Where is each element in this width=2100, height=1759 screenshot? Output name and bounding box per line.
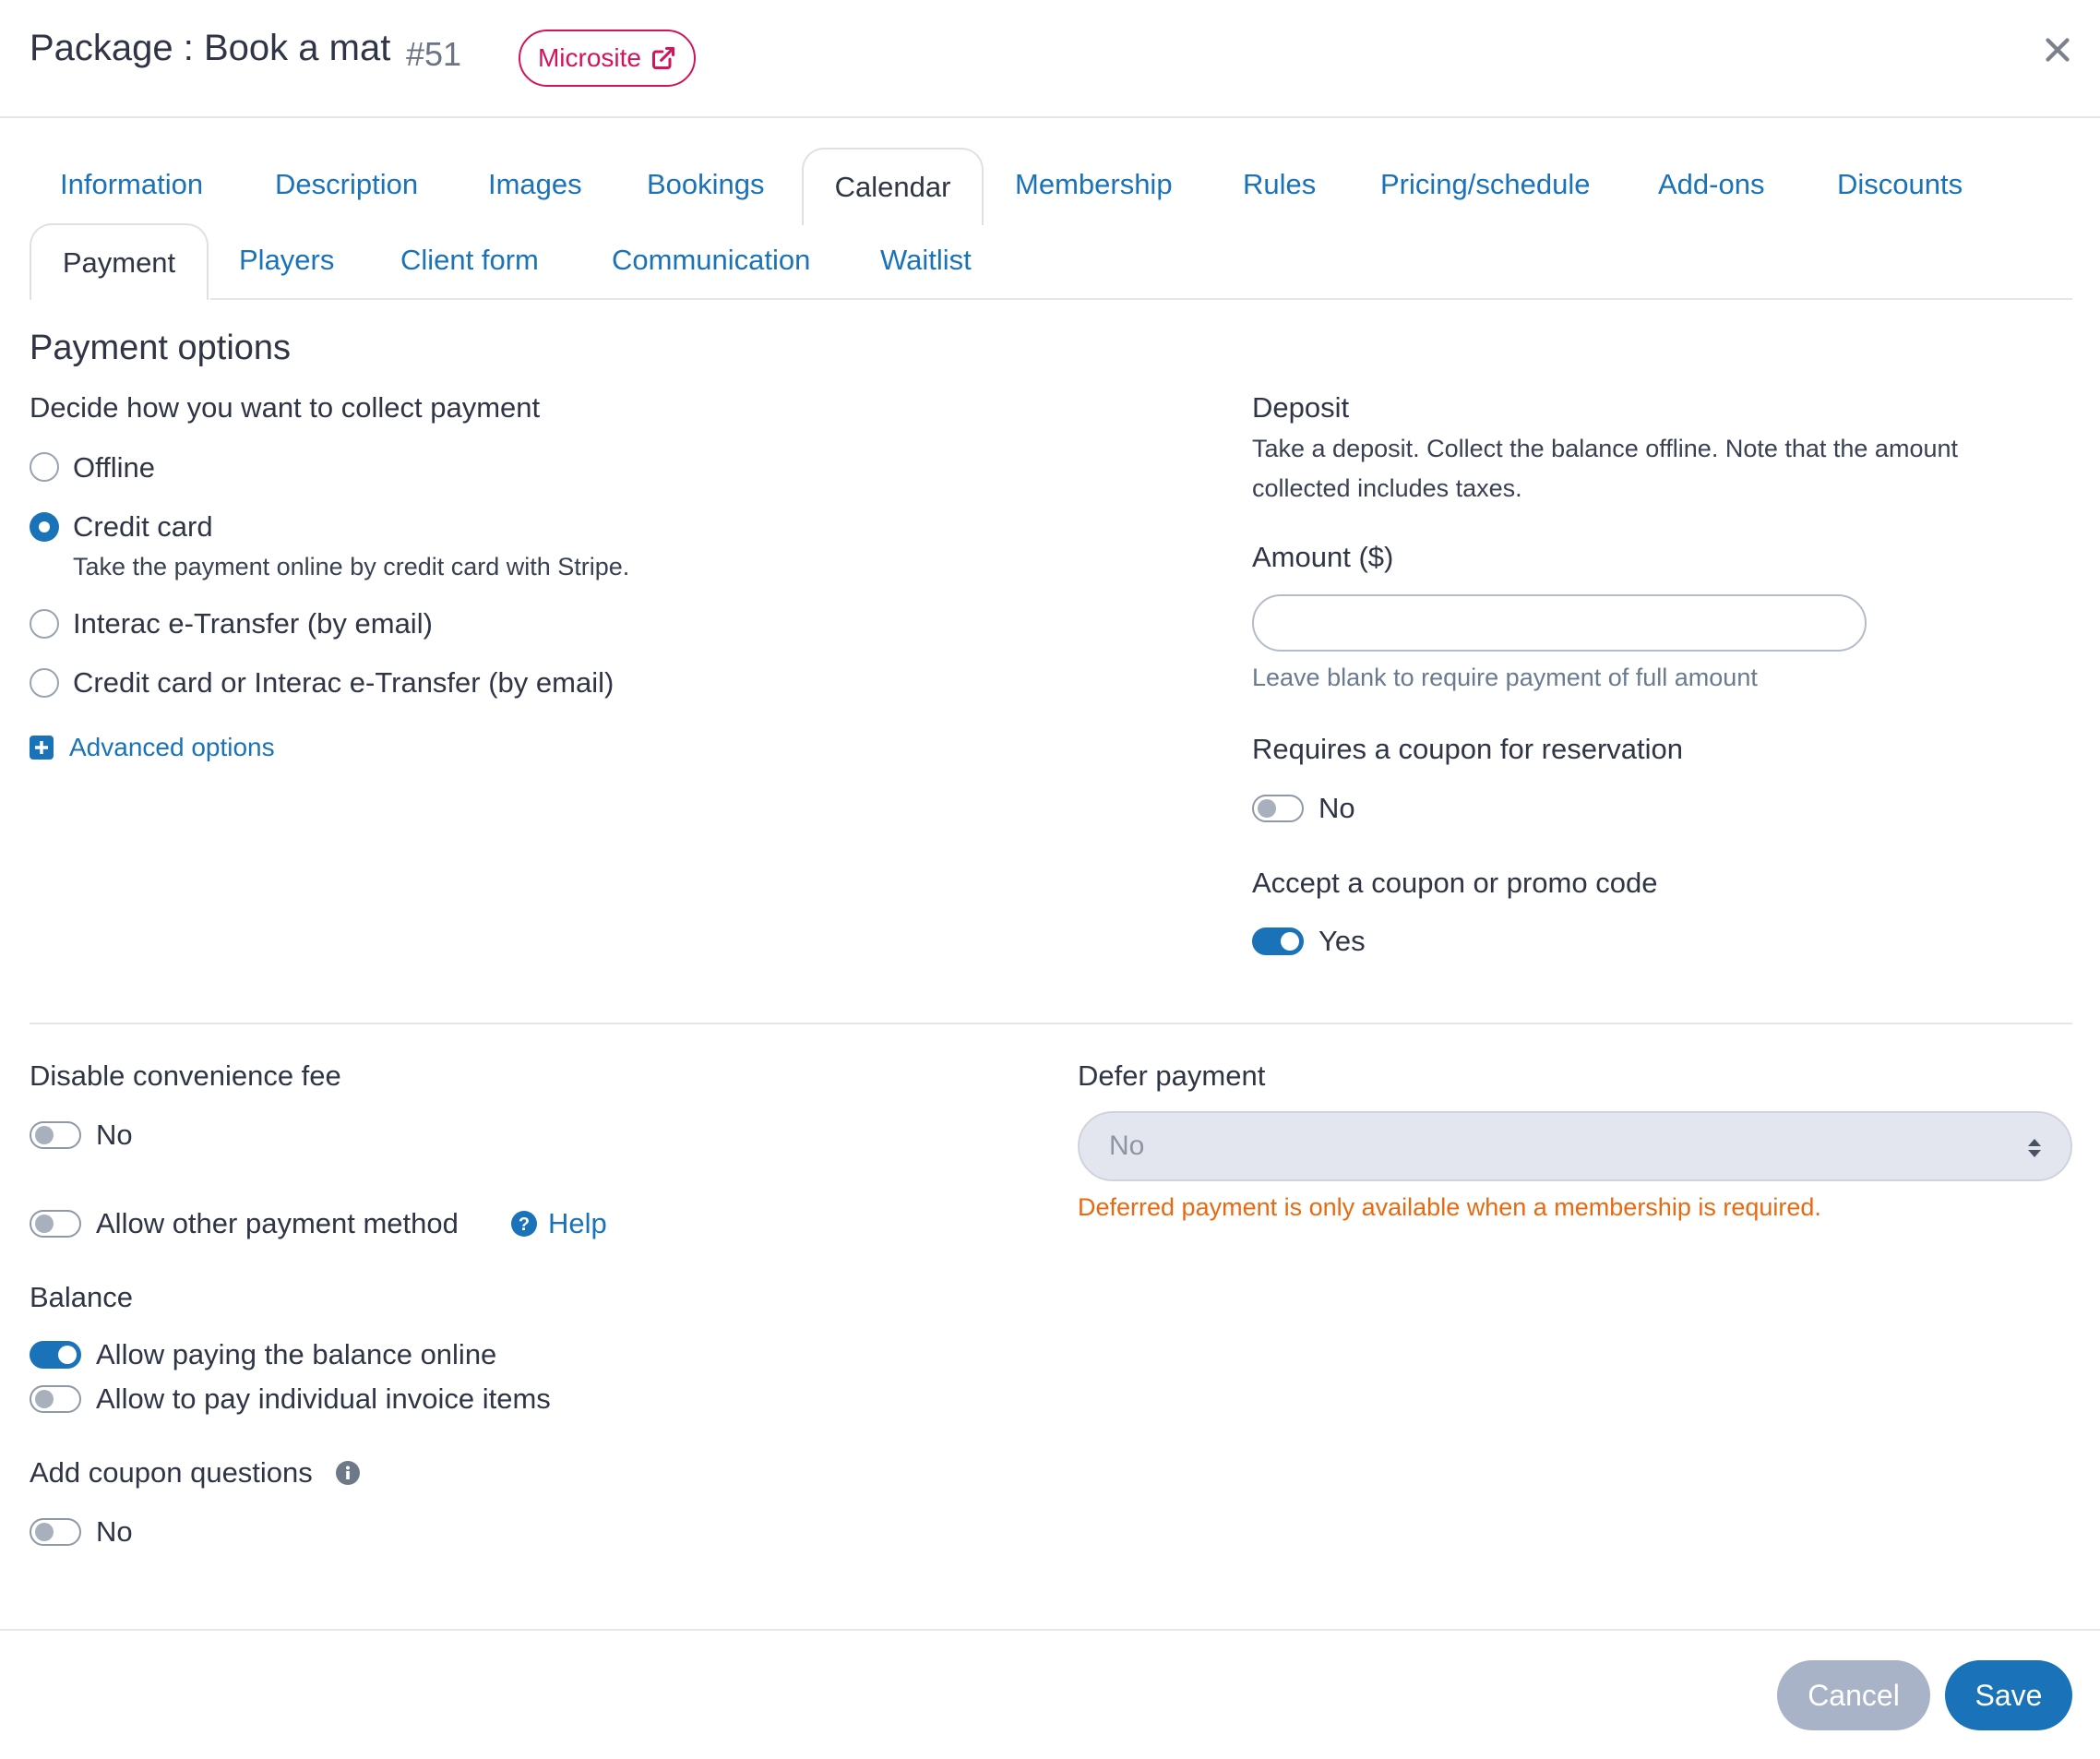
tab-payment[interactable]: Payment <box>30 223 209 300</box>
convenience-fee-toggle[interactable] <box>30 1121 81 1149</box>
coupon-questions-toggle[interactable] <box>30 1518 81 1546</box>
coupon-questions-value: No <box>96 1515 133 1548</box>
tab-waitlist[interactable]: Waitlist <box>880 244 972 277</box>
convenience-fee-value: No <box>96 1119 133 1151</box>
defer-payment-selected: No <box>1109 1131 1145 1161</box>
footer-divider <box>0 1629 2100 1631</box>
advanced-options-link[interactable]: Advanced options <box>69 733 275 762</box>
amount-label: Amount ($) <box>1252 541 1394 573</box>
radio-credit-or-interac[interactable] <box>30 668 59 698</box>
tab-information[interactable]: Information <box>60 168 203 201</box>
tab-client-form[interactable]: Client form <box>400 244 539 277</box>
coupon-questions-label: Add coupon questions <box>30 1456 313 1489</box>
accept-coupon-value: Yes <box>1318 925 1366 957</box>
svg-text:?: ? <box>519 1215 530 1235</box>
microsite-label: Microsite <box>537 43 641 72</box>
deposit-description: Take a deposit. Collect the balance offl… <box>1252 435 1958 502</box>
page-title: Package : Book a mat <box>30 28 391 68</box>
coupon-required-value: No <box>1318 792 1355 824</box>
tabs-divider <box>210 298 2072 300</box>
deposit-title: Deposit <box>1252 391 1350 424</box>
tab-pricing-schedule[interactable]: Pricing/schedule <box>1380 168 1590 201</box>
balance-title: Balance <box>30 1281 134 1313</box>
save-button[interactable]: Save <box>1945 1660 2072 1730</box>
amount-hint: Leave blank to require payment of full a… <box>1252 664 1758 691</box>
invoice-items-toggle[interactable] <box>30 1385 81 1413</box>
tab-communication[interactable]: Communication <box>612 244 810 277</box>
accept-coupon-toggle[interactable] <box>1252 927 1304 955</box>
radio-credit-or-interac-label[interactable]: Credit card or Interac e-Transfer (by em… <box>73 666 614 700</box>
section-divider <box>30 1023 2072 1024</box>
radio-interac-label[interactable]: Interac e-Transfer (by email) <box>73 607 433 640</box>
balance-online-toggle[interactable] <box>30 1341 81 1369</box>
defer-payment-label: Defer payment <box>1078 1059 1266 1092</box>
cancel-button[interactable]: Cancel <box>1777 1660 1930 1730</box>
tab-rules[interactable]: Rules <box>1243 168 1316 201</box>
radio-interac[interactable] <box>30 609 59 639</box>
radio-offline-label[interactable]: Offline <box>73 451 155 485</box>
convenience-fee-label: Disable convenience fee <box>30 1059 341 1092</box>
credit-card-description: Take the payment online by credit card w… <box>73 553 630 580</box>
info-icon[interactable] <box>336 1461 360 1485</box>
package-id: #51 <box>406 35 462 73</box>
tab-players[interactable]: Players <box>239 244 334 277</box>
other-method-label: Allow other payment method <box>96 1207 459 1239</box>
other-method-toggle[interactable] <box>30 1210 81 1238</box>
tab-add-ons[interactable]: Add-ons <box>1658 168 1764 201</box>
help-link[interactable]: Help <box>548 1207 607 1240</box>
defer-payment-select[interactable]: No <box>1078 1111 2072 1181</box>
amount-input[interactable] <box>1252 594 1867 652</box>
tab-discounts[interactable]: Discounts <box>1837 168 1963 201</box>
tab-description[interactable]: Description <box>275 168 418 201</box>
tab-membership[interactable]: Membership <box>1015 168 1173 201</box>
accept-coupon-label: Accept a coupon or promo code <box>1252 867 1658 899</box>
balance-online-label: Allow paying the balance online <box>96 1338 497 1370</box>
defer-payment-warning: Deferred payment is only available when … <box>1078 1193 1821 1221</box>
select-arrows-icon <box>2028 1139 2041 1157</box>
coupon-required-label: Requires a coupon for reservation <box>1252 733 1683 765</box>
external-link-icon <box>651 46 675 70</box>
tab-bookings[interactable]: Bookings <box>647 168 765 201</box>
tab-calendar[interactable]: Calendar <box>802 148 984 225</box>
payment-options-title: Payment options <box>30 329 292 367</box>
header-divider <box>0 116 2100 118</box>
coupon-required-toggle[interactable] <box>1252 795 1304 822</box>
invoice-items-label: Allow to pay individual invoice items <box>96 1382 551 1415</box>
radio-offline[interactable] <box>30 452 59 482</box>
plus-square-icon[interactable] <box>30 736 54 760</box>
help-circle-icon[interactable]: ? <box>511 1211 537 1237</box>
radio-credit-card[interactable] <box>30 512 59 542</box>
close-icon[interactable] <box>2041 33 2074 66</box>
microsite-button[interactable]: Microsite <box>519 30 696 87</box>
payment-options-subtitle: Decide how you want to collect payment <box>30 391 541 424</box>
radio-credit-card-label[interactable]: Credit card <box>73 510 213 544</box>
tab-images[interactable]: Images <box>488 168 582 201</box>
